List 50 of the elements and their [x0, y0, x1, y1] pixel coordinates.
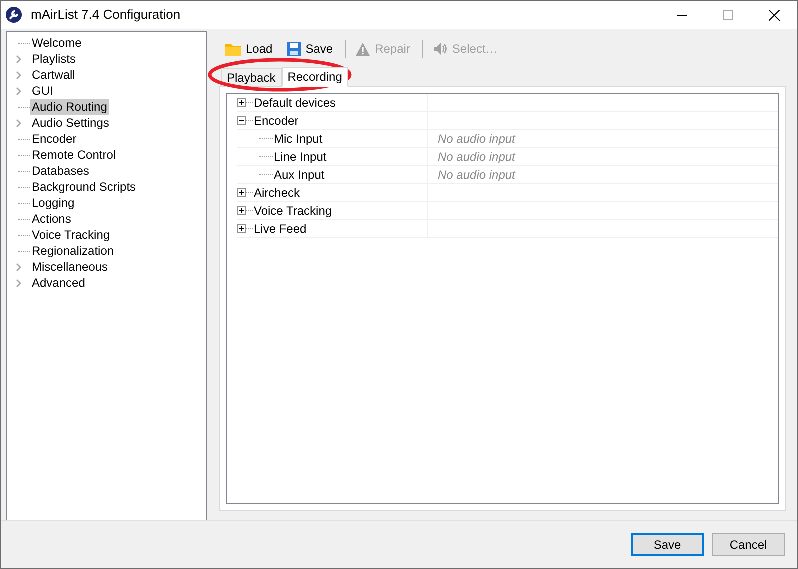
tree-item[interactable]: Line Input: [274, 148, 327, 166]
expand-toggle[interactable]: [237, 188, 246, 197]
category-item[interactable]: Actions: [30, 211, 74, 227]
category-item[interactable]: Background Scripts: [30, 179, 138, 195]
category-item[interactable]: Audio Settings: [30, 115, 112, 131]
category-item[interactable]: Logging: [30, 195, 77, 211]
window-title: mAirList 7.4 Configuration: [31, 6, 181, 24]
category-item[interactable]: Playlists: [30, 51, 78, 67]
collapse-toggle[interactable]: [237, 116, 246, 125]
value-cell-text: No audio input: [438, 166, 516, 184]
category-item[interactable]: GUI: [30, 83, 56, 99]
category-item[interactable]: Miscellaneous: [30, 259, 110, 275]
category-item[interactable]: Audio Routing: [30, 99, 110, 115]
category-item[interactable]: Encoder: [30, 131, 79, 147]
load-button[interactable]: Load: [223, 40, 275, 58]
dialog-button[interactable]: Cancel: [712, 533, 785, 556]
category-item[interactable]: Welcome: [30, 35, 84, 51]
chevron-right-icon[interactable]: [16, 278, 22, 288]
category-item[interactable]: Databases: [30, 163, 92, 179]
warning-icon: [356, 42, 370, 56]
save-button[interactable]: Save: [284, 40, 336, 58]
chevron-right-icon[interactable]: [16, 70, 22, 80]
value-cell-text: No audio input: [438, 148, 516, 166]
category-item[interactable]: Advanced: [30, 275, 88, 291]
chevron-right-icon[interactable]: [16, 54, 22, 64]
chevron-right-icon[interactable]: [16, 262, 22, 272]
category-item[interactable]: Regionalization: [30, 243, 116, 259]
folder-icon: [225, 42, 241, 56]
wrench-icon: [6, 7, 22, 23]
tree-item[interactable]: Voice Tracking: [254, 202, 332, 220]
category-item[interactable]: Cartwall: [30, 67, 78, 83]
tree-item[interactable]: Aircheck: [254, 184, 300, 202]
tree-item[interactable]: Encoder: [254, 112, 299, 130]
chevron-right-icon[interactable]: [16, 118, 22, 128]
tree-item[interactable]: Live Feed: [254, 220, 307, 238]
dialog-button[interactable]: Save: [631, 533, 704, 556]
speaker-icon: [433, 42, 448, 56]
chevron-right-icon[interactable]: [16, 86, 22, 96]
tree-item[interactable]: Aux Input: [274, 166, 325, 184]
tree-item[interactable]: Default devices: [254, 94, 336, 112]
category-item[interactable]: Voice Tracking: [30, 227, 112, 243]
category-item[interactable]: Remote Control: [30, 147, 118, 163]
expand-toggle[interactable]: [237, 98, 246, 107]
expand-toggle[interactable]: [237, 224, 246, 233]
close-icon: [768, 10, 780, 20]
tab[interactable]: Playback: [221, 68, 282, 86]
tab[interactable]: Recording: [282, 67, 348, 87]
expand-toggle[interactable]: [237, 206, 246, 215]
value-cell-text: No audio input: [438, 130, 516, 148]
tree-item[interactable]: Mic Input: [274, 130, 323, 148]
